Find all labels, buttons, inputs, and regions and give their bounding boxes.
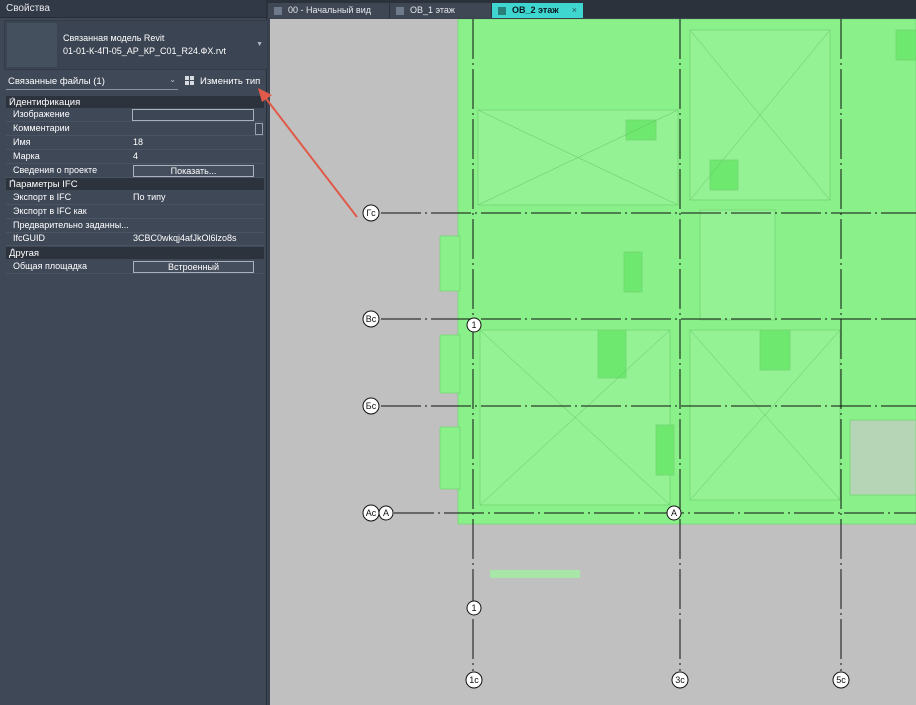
floor-plan: Гс Вс Бс Ас А А 1 1 1с 3с 5с bbox=[362, 19, 916, 689]
type-selector[interactable]: Связанная модель Revit 01-01-К-4П-05_АР_… bbox=[4, 20, 268, 70]
tab-label: ОВ_1 этаж bbox=[410, 5, 455, 15]
prop-row-predefined: Предварительно заданны... bbox=[6, 219, 264, 233]
grid-label-1c: 1с bbox=[469, 675, 479, 685]
collapse-icon[interactable]: ⌃ bbox=[9, 96, 260, 107]
prop-label: Имя bbox=[13, 137, 31, 147]
drawing-canvas[interactable]: Гс Вс Бс Ас А А 1 1 1с 3с 5с bbox=[270, 19, 916, 705]
edit-type-button[interactable]: Изменить тип bbox=[184, 74, 264, 89]
type-file-name: 01-01-К-4П-05_АР_КР_С01_R24.ФХ.rvt bbox=[63, 46, 226, 56]
scrollbar-thumb[interactable] bbox=[255, 123, 263, 135]
prop-label: Комментарии bbox=[13, 123, 70, 133]
prop-row-mark: Марка 4 bbox=[6, 150, 264, 164]
prop-value[interactable]: По типу bbox=[133, 192, 166, 202]
grid-label-vc: Вс bbox=[366, 314, 377, 324]
collapse-icon[interactable]: ⌃ bbox=[9, 247, 260, 258]
edit-type-icon bbox=[185, 76, 195, 86]
close-icon[interactable]: × bbox=[572, 3, 577, 18]
instance-filter-dropdown[interactable]: Связанные файлы (1) ⌄ bbox=[6, 74, 178, 90]
prop-label: Экспорт в IFC bbox=[13, 192, 72, 202]
grid-label-5c: 5с bbox=[836, 675, 846, 685]
prop-row-ifcguid: IfcGUID 3CBC0wkqj4afJkOl6lzo8s bbox=[6, 232, 264, 246]
tab-label: ОВ_2 этаж bbox=[512, 5, 559, 15]
grid-label-3c: 3с bbox=[675, 675, 685, 685]
prop-label: Марка bbox=[13, 151, 40, 161]
grid-label-ac: Ас bbox=[366, 508, 377, 518]
type-family-name: Связанная модель Revit bbox=[63, 33, 165, 43]
properties-title: Свойства bbox=[6, 3, 50, 14]
prop-value[interactable]: 4 bbox=[133, 151, 138, 161]
prop-row-project-info: Сведения о проекте Показать... bbox=[6, 164, 264, 178]
prop-label: Экспорт в IFC как bbox=[13, 206, 87, 216]
prop-row-image: Изображение bbox=[6, 108, 264, 122]
grid-label-gc: Гс bbox=[366, 208, 376, 218]
collapse-icon[interactable]: ⌃ bbox=[9, 178, 260, 189]
view-icon bbox=[498, 7, 506, 15]
prop-value[interactable]: 18 bbox=[133, 137, 143, 147]
prop-label: Сведения о проекте bbox=[13, 165, 98, 175]
prop-row-export-ifc-as: Экспорт в IFC как bbox=[6, 205, 264, 219]
view-icon bbox=[274, 7, 282, 15]
prop-row-comments: Комментарии bbox=[6, 122, 264, 136]
properties-panel: Свойства Связанная модель Revit 01-01-К-… bbox=[0, 0, 268, 705]
prop-row-name: Имя 18 bbox=[6, 136, 264, 150]
grid-label-bc: Бс bbox=[366, 401, 377, 411]
linked-model bbox=[439, 19, 916, 578]
chevron-down-icon[interactable]: ⌄ bbox=[169, 75, 176, 84]
prop-label: Изображение bbox=[13, 109, 70, 119]
group-ifc[interactable]: Параметры IFC ⌃ bbox=[6, 178, 264, 190]
prop-label: Общая площадка bbox=[13, 261, 87, 271]
prop-row-export-ifc: Экспорт в IFC По типу bbox=[6, 191, 264, 205]
group-other[interactable]: Другая ⌃ bbox=[6, 247, 264, 259]
prop-label: Предварительно заданны... bbox=[13, 220, 129, 230]
view-icon bbox=[396, 7, 404, 15]
grid-label-1-top: 1 bbox=[471, 320, 476, 330]
prop-row-shared-site: Общая площадка Встроенный bbox=[6, 260, 264, 274]
image-field[interactable] bbox=[132, 109, 254, 121]
edit-type-label: Изменить тип bbox=[200, 76, 261, 87]
grid-label-a2: А bbox=[671, 508, 677, 518]
view-tabs: 00 - Начальный вид ОВ_1 этаж ОВ_2 этаж × bbox=[267, 0, 916, 18]
chevron-down-icon[interactable]: ▼ bbox=[256, 41, 263, 48]
group-identity[interactable]: Идентификация ⌃ bbox=[6, 96, 264, 108]
prop-label: IfcGUID bbox=[13, 233, 46, 243]
type-thumbnail bbox=[7, 23, 57, 67]
tab-ov-1[interactable]: ОВ_1 этаж bbox=[390, 3, 491, 18]
grid-label-a: А bbox=[383, 508, 389, 518]
tab-initial-view[interactable]: 00 - Начальный вид bbox=[268, 3, 389, 18]
grid-label-1-mid: 1 bbox=[471, 603, 476, 613]
tab-label: 00 - Начальный вид bbox=[288, 5, 371, 15]
filter-label: Связанные файлы (1) bbox=[8, 76, 105, 87]
show-button[interactable]: Показать... bbox=[133, 165, 254, 177]
prop-value[interactable]: 3CBC0wkqj4afJkOl6lzo8s bbox=[133, 233, 237, 243]
tab-ov-2[interactable]: ОВ_2 этаж × bbox=[492, 3, 583, 18]
properties-title-bar: Свойства bbox=[0, 0, 266, 18]
shared-site-button[interactable]: Встроенный bbox=[133, 261, 254, 273]
